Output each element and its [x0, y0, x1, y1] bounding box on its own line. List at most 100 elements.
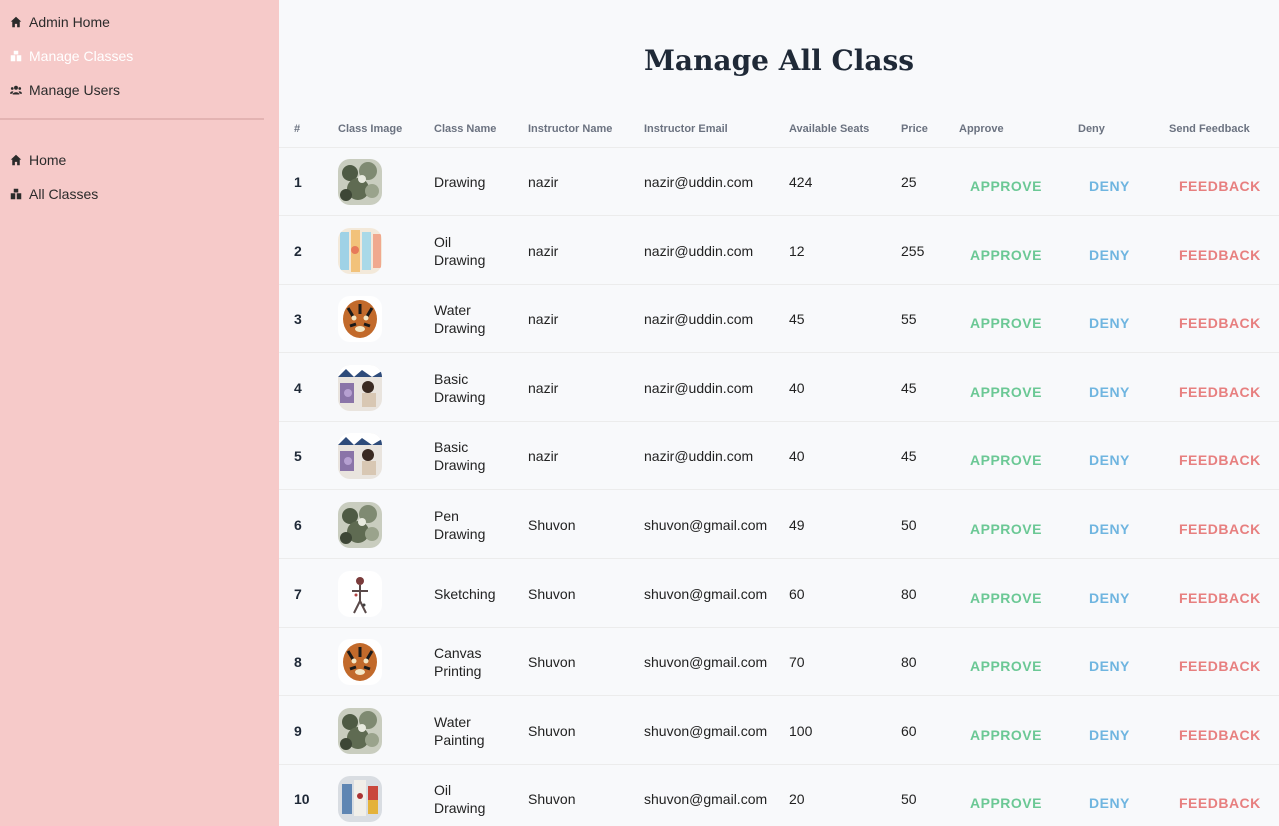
deny-button[interactable]: DENY: [1089, 217, 1130, 285]
instructor-name: Shuvon: [528, 791, 576, 808]
instructor-email: nazir@uddin.com: [644, 174, 754, 190]
deny-button[interactable]: DENY: [1089, 422, 1130, 490]
price: 50: [901, 791, 917, 808]
instructor-email: shuvon@gmail.com: [644, 654, 768, 671]
class-image: [338, 639, 382, 686]
class-image: [338, 364, 382, 411]
header-price: Price: [901, 123, 928, 135]
sidebar-item-admin-home[interactable]: Admin Home: [0, 12, 279, 32]
feedback-button[interactable]: FEEDBACK: [1179, 560, 1261, 628]
classes-icon: [9, 50, 22, 62]
header-class-name: Class Name: [434, 123, 497, 135]
instructor-email: shuvon@gmail.com: [644, 585, 768, 602]
header-send-feedback: Send Feedback: [1169, 123, 1250, 135]
sidebar-item-manage-users[interactable]: Manage Users: [0, 80, 279, 100]
feedback-button[interactable]: FEEDBACK: [1179, 354, 1261, 422]
deny-button[interactable]: DENY: [1089, 697, 1130, 765]
header-instructor-name: Instructor Name: [528, 123, 613, 135]
deny-button[interactable]: DENY: [1089, 148, 1130, 216]
sidebar-item-manage-classes[interactable]: Manage Classes: [0, 46, 279, 66]
users-icon: [9, 84, 22, 96]
approve-button[interactable]: APPROVE: [970, 628, 1042, 696]
row-number: 8: [294, 654, 302, 671]
instructor-email: nazir@uddin.com: [644, 448, 754, 465]
class-image-cell: [338, 217, 382, 285]
price: 80: [901, 654, 917, 671]
instructor-email: shuvon@gmail.com: [644, 517, 768, 533]
class-name-text: Canvas Printing: [434, 645, 482, 680]
class-image: [338, 159, 382, 205]
class-image-cell: [338, 354, 382, 422]
approve-button[interactable]: APPROVE: [970, 422, 1042, 490]
approve-button[interactable]: APPROVE: [970, 491, 1042, 559]
feedback-button[interactable]: FEEDBACK: [1179, 422, 1261, 490]
available-seats: 424: [789, 174, 813, 190]
class-image: [338, 433, 382, 480]
price: 255: [901, 242, 925, 259]
approve-button[interactable]: APPROVE: [970, 354, 1042, 422]
sidebar-item-all-classes[interactable]: All Classes: [0, 184, 279, 204]
class-image: [338, 776, 382, 823]
header-deny: Deny: [1078, 123, 1105, 135]
admin-nav: Admin Home Manage Classes Manage Users: [0, 12, 279, 100]
price: 80: [901, 585, 917, 602]
class-image-cell: [338, 765, 382, 826]
instructor-name: nazir: [528, 242, 559, 259]
class-name: Oil Drawing: [434, 765, 504, 826]
deny-button[interactable]: DENY: [1089, 628, 1130, 696]
instructor-name: nazir: [528, 448, 559, 465]
class-name-text: Pen Drawing: [434, 508, 486, 542]
row-number: 7: [294, 585, 302, 602]
home-icon: [9, 16, 22, 28]
available-seats: 40: [789, 448, 805, 465]
sidebar-item-label: Home: [29, 152, 67, 168]
class-name-text: Basic Drawing: [434, 439, 486, 474]
class-name-text: Drawing: [434, 174, 486, 190]
instructor-email: shuvon@gmail.com: [644, 722, 768, 739]
table-row: 3 Water Drawing nazir nazir@uddin.com 45 55 AP…: [279, 285, 1279, 354]
deny-button[interactable]: DENY: [1089, 560, 1130, 628]
price: 45: [901, 379, 917, 396]
feedback-button[interactable]: FEEDBACK: [1179, 217, 1261, 285]
approve-button[interactable]: APPROVE: [970, 697, 1042, 765]
table-row: 10 Oil Drawing Shuvon shuvon@gmail.com 20 50 A…: [279, 765, 1279, 826]
available-seats: 49: [789, 517, 805, 533]
price: 45: [901, 448, 917, 465]
approve-button[interactable]: APPROVE: [970, 148, 1042, 216]
feedback-button[interactable]: FEEDBACK: [1179, 148, 1261, 216]
table-row: 1 Drawing nazir nazir@uddin.com 424 25 APPROVE…: [279, 148, 1279, 216]
deny-button[interactable]: DENY: [1089, 491, 1130, 559]
class-image-cell: [338, 422, 382, 490]
class-name-text: Water Drawing: [434, 302, 486, 337]
feedback-button[interactable]: FEEDBACK: [1179, 491, 1261, 559]
class-name: Water Painting: [434, 697, 504, 765]
class-name: Drawing: [434, 148, 504, 216]
sidebar-divider: [0, 118, 264, 120]
class-image-cell: [338, 628, 382, 696]
home-icon: [9, 154, 22, 166]
class-name: Sketching: [434, 560, 504, 628]
class-image-cell: [338, 285, 382, 353]
sidebar-item-home[interactable]: Home: [0, 150, 279, 170]
table-row: 4 Basic Drawing nazir nazir@uddin.com 40 45 AP…: [279, 354, 1279, 422]
row-number: 1: [294, 174, 302, 190]
table-row: 5 Basic Drawing nazir nazir@uddin.com 40 45 AP…: [279, 422, 1279, 491]
table-row: 8 Canvas Printing Shuvon shuvon@gmail.com 70…: [279, 628, 1279, 697]
deny-button[interactable]: DENY: [1089, 765, 1130, 826]
approve-button[interactable]: APPROVE: [970, 560, 1042, 628]
header-num: #: [294, 123, 301, 135]
main-content: Manage All Class # Class Image Class Nam…: [279, 0, 1279, 826]
header-available-seats: Available Seats: [789, 123, 870, 135]
feedback-button[interactable]: FEEDBACK: [1179, 628, 1261, 696]
approve-button[interactable]: APPROVE: [970, 285, 1042, 353]
approve-button[interactable]: APPROVE: [970, 765, 1042, 826]
feedback-button[interactable]: FEEDBACK: [1179, 697, 1261, 765]
class-name: Basic Drawing: [434, 422, 504, 490]
deny-button[interactable]: DENY: [1089, 285, 1130, 353]
feedback-button[interactable]: FEEDBACK: [1179, 285, 1261, 353]
instructor-email: nazir@uddin.com: [644, 379, 754, 396]
approve-button[interactable]: APPROVE: [970, 217, 1042, 285]
deny-button[interactable]: DENY: [1089, 354, 1130, 422]
feedback-button[interactable]: FEEDBACK: [1179, 765, 1261, 826]
instructor-name: nazir: [528, 311, 559, 328]
